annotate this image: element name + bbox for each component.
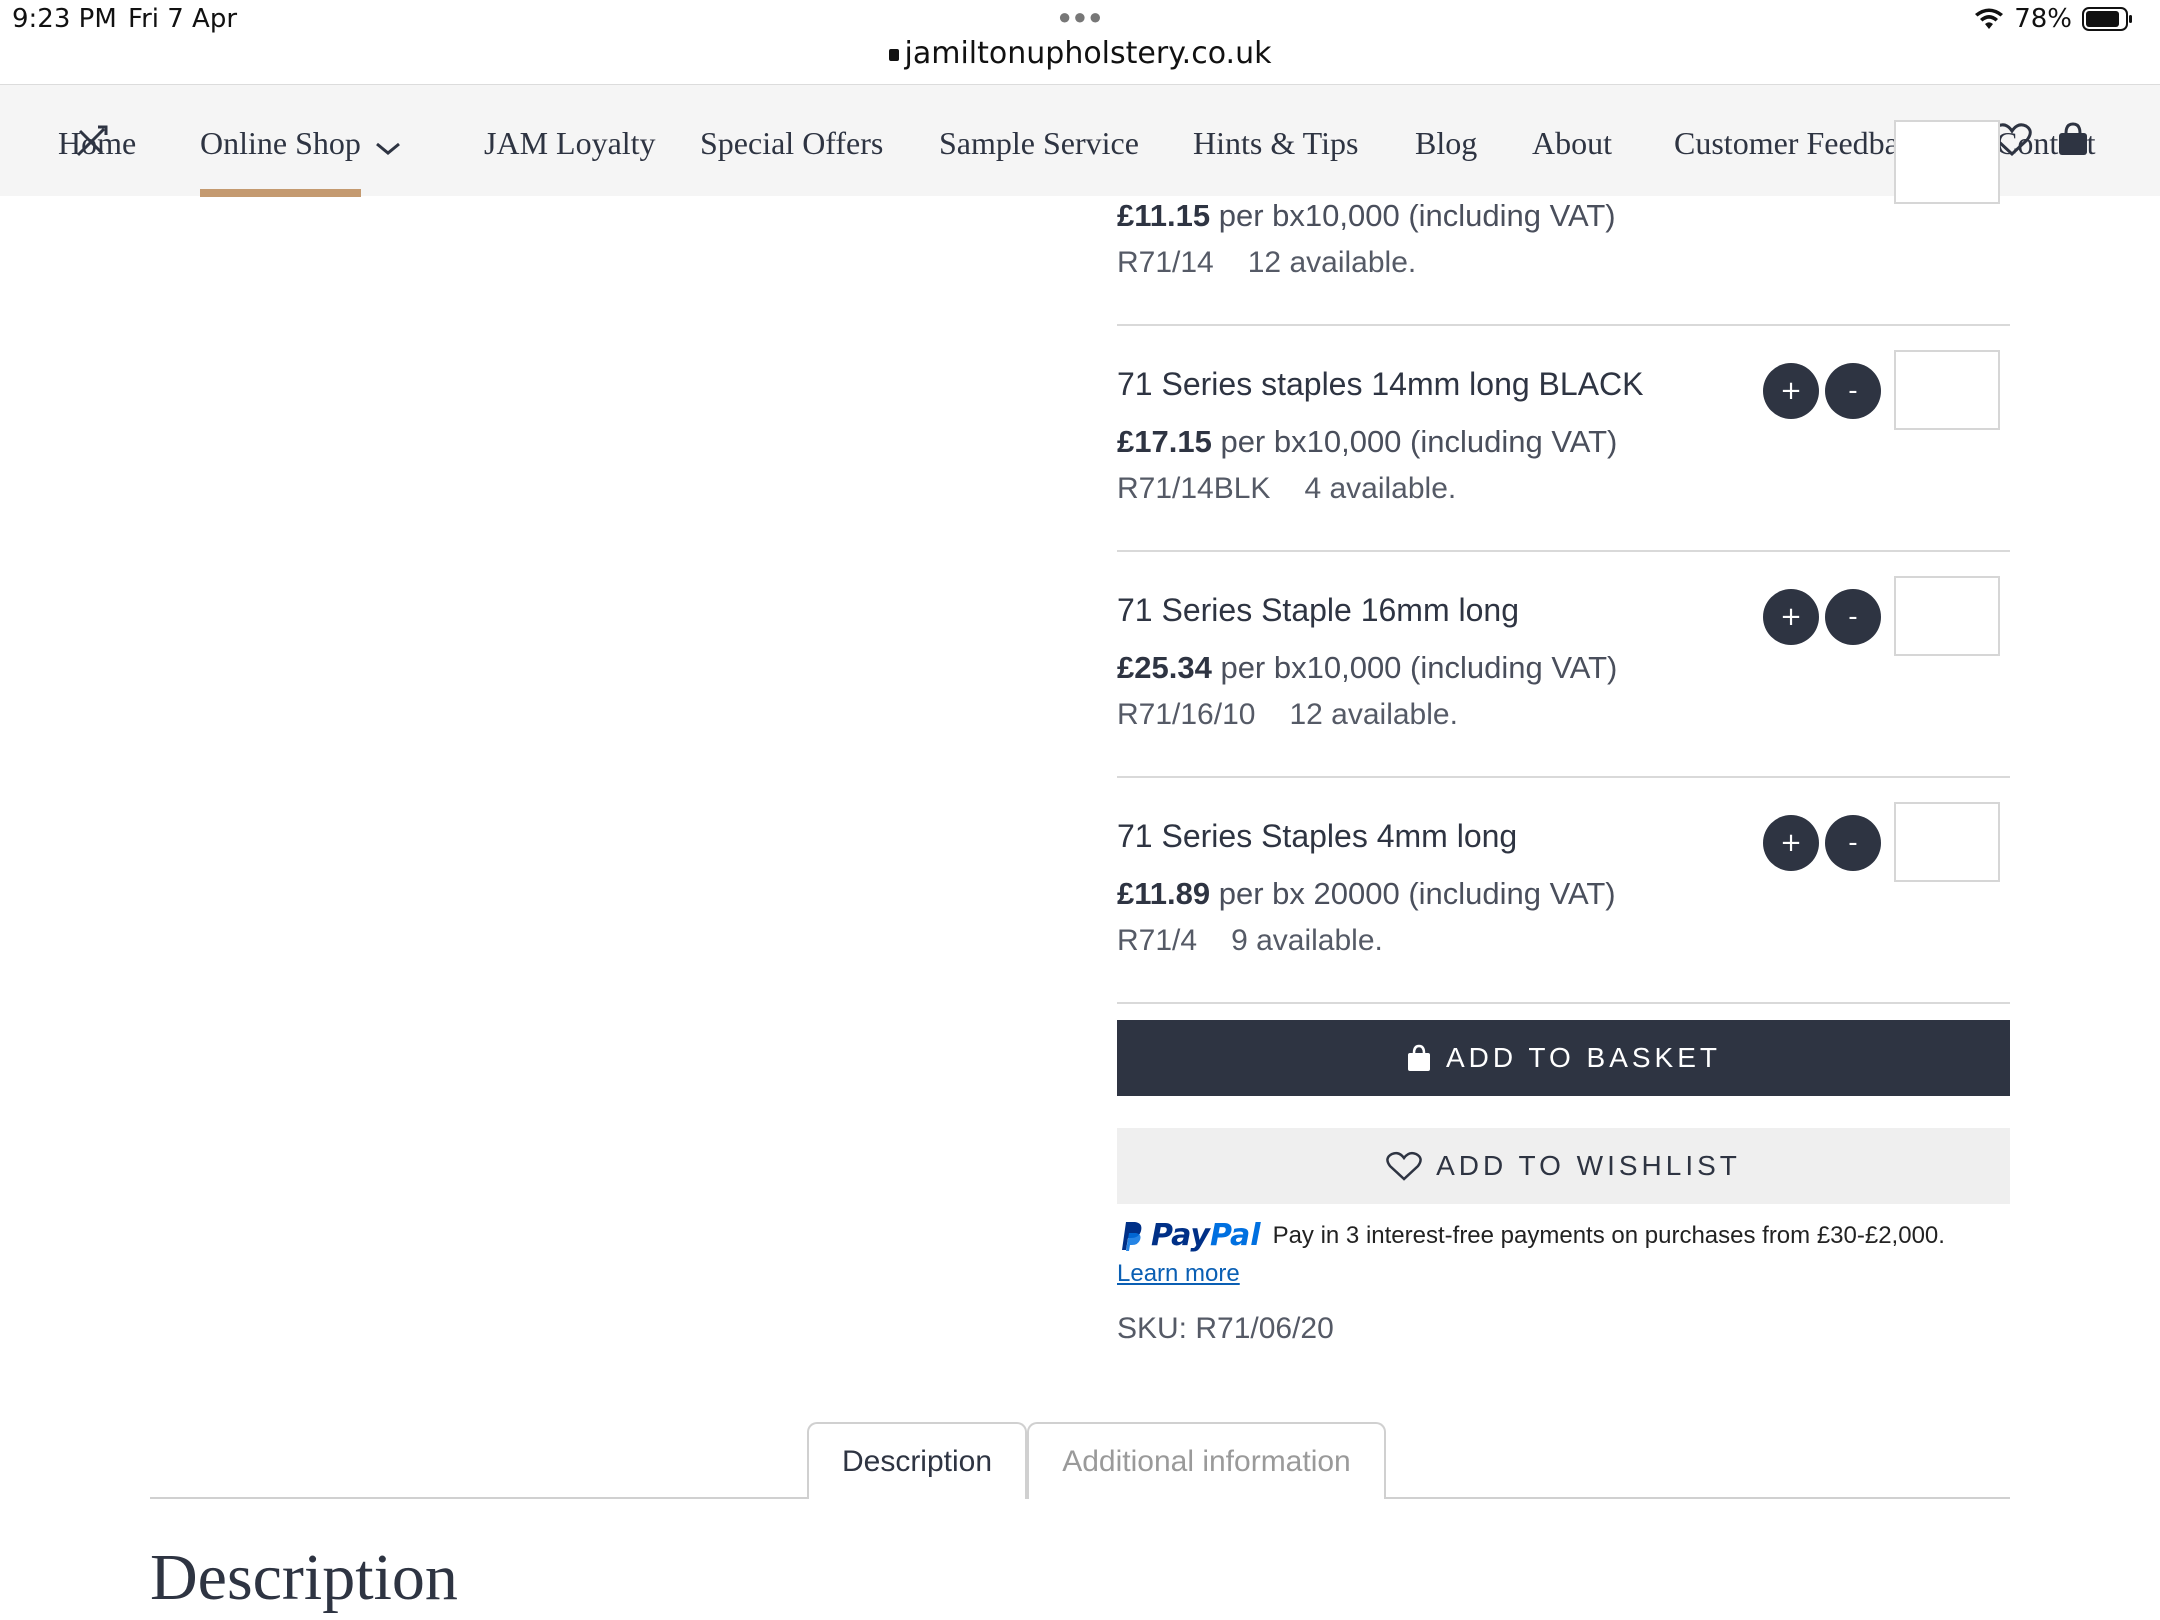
wifi-icon — [1974, 7, 2004, 31]
active-nav-underline — [200, 189, 361, 197]
product-availability: 4 available. — [1304, 472, 1457, 505]
product-price-line: £11.15 per bx10,000 (including VAT) — [1117, 198, 1616, 234]
nav-about[interactable]: About — [1532, 125, 1612, 162]
paypal-brand-pal: Pal — [1209, 1218, 1261, 1253]
add-to-wishlist-label: ADD TO WISHLIST — [1436, 1150, 1741, 1181]
product-title: 71 Series Staples 4mm long — [1117, 818, 1518, 854]
battery-icon — [2082, 6, 2134, 32]
quantity-input[interactable] — [1894, 120, 2000, 204]
paypal-text: Pay in 3 interest-free payments on purch… — [1272, 1221, 1945, 1249]
product-price-unit: per bx 20000 (including VAT) — [1218, 876, 1616, 911]
nav-online-shop-label: Online Shop — [200, 125, 361, 161]
heart-icon — [1386, 1151, 1422, 1181]
product-price: £11.15 — [1117, 198, 1211, 233]
product-code: R71/16/10 — [1117, 698, 1256, 731]
tools-icon[interactable] — [74, 123, 110, 164]
product-price-line: £25.34 per bx10,000 (including VAT) — [1117, 650, 1617, 686]
quantity-input[interactable] — [1894, 350, 2000, 430]
quantity-plus-button[interactable]: + — [1763, 363, 1819, 419]
paypal-message: Pay Pal Pay in 3 interest-free payments o… — [1117, 1218, 1945, 1253]
product-price: £25.34 — [1117, 650, 1212, 685]
tab-additional-information[interactable]: Additional information — [1027, 1422, 1386, 1499]
quantity-plus-button[interactable]: + — [1763, 815, 1819, 871]
product-title: 71 Series staples 14mm long BLACK — [1117, 366, 1644, 402]
main-nav: Home Online Shop JAM Loyalty Special Off… — [0, 84, 2160, 197]
product-price: £17.15 — [1117, 424, 1212, 459]
add-to-basket-button[interactable]: ADD TO BASKET — [1117, 1020, 2010, 1096]
status-time: 9:23 PM — [12, 4, 117, 34]
product-meta: R71/4 9 available. — [1117, 924, 1383, 958]
nav-special-offers[interactable]: Special Offers — [700, 125, 883, 162]
product-price-line: £11.89 per bx 20000 (including VAT) — [1117, 876, 1616, 912]
basket-icon[interactable] — [2056, 121, 2090, 162]
product-meta: R71/16/10 12 available. — [1117, 698, 1458, 732]
product-meta: R71/14BLK 4 available. — [1117, 472, 1456, 506]
nav-customer-feedback[interactable]: Customer Feedback — [1674, 125, 1929, 162]
paypal-brand-pay: Pay — [1151, 1218, 1210, 1253]
product-price-unit: per bx10,000 (including VAT) — [1218, 198, 1616, 233]
product-price-line: £17.15 per bx10,000 (including VAT) — [1117, 424, 1617, 460]
description-heading: Description — [150, 1541, 458, 1614]
more-dots-icon[interactable]: ●●● — [1058, 4, 1104, 30]
nav-hints-tips[interactable]: Hints & Tips — [1193, 125, 1358, 162]
product-code: R71/4 — [1117, 924, 1198, 957]
quantity-input[interactable] — [1894, 576, 2000, 656]
add-to-wishlist-button[interactable]: ADD TO WISHLIST — [1117, 1128, 2010, 1204]
paypal-learn-more-link[interactable]: Learn more — [1117, 1260, 1240, 1288]
row-divider — [1117, 550, 2010, 552]
battery-percent: 78% — [2014, 4, 2072, 34]
nav-blog[interactable]: Blog — [1415, 125, 1477, 162]
shopping-bag-icon — [1406, 1043, 1432, 1073]
product-code: R71/14 — [1117, 246, 1214, 279]
product-title: 71 Series Staple 16mm long — [1117, 592, 1519, 628]
paypal-p-icon — [1117, 1220, 1143, 1252]
product-availability: 12 available. — [1247, 246, 1417, 279]
product-code: R71/14BLK — [1117, 472, 1271, 505]
status-indicators: 78% — [1974, 4, 2134, 34]
product-price: £11.89 — [1117, 876, 1211, 911]
product-availability: 9 available. — [1231, 924, 1383, 957]
product-price-unit: per bx10,000 (including VAT) — [1220, 650, 1618, 685]
product-sku: SKU: R71/06/20 — [1117, 1312, 1334, 1345]
quantity-minus-button[interactable]: - — [1825, 589, 1881, 645]
url-text: jamiltonupholstery.co.uk — [904, 36, 1272, 71]
quantity-minus-button[interactable]: - — [1825, 363, 1881, 419]
quantity-input[interactable] — [1894, 802, 2000, 882]
nav-jam-loyalty[interactable]: JAM Loyalty — [484, 125, 656, 162]
product-meta: R71/14 12 available. — [1117, 246, 1416, 280]
chevron-down-icon[interactable] — [375, 128, 401, 165]
row-divider — [1117, 324, 2010, 326]
quantity-plus-button[interactable]: + — [1763, 589, 1819, 645]
nav-online-shop[interactable]: Online Shop — [200, 125, 401, 165]
row-divider — [1117, 776, 2010, 778]
lock-icon — [888, 49, 899, 61]
row-divider — [1117, 1002, 2010, 1004]
tab-description[interactable]: Description — [807, 1422, 1027, 1499]
product-availability: 12 available. — [1289, 698, 1458, 731]
add-to-basket-label: ADD TO BASKET — [1445, 1042, 1722, 1073]
paypal-logo: Pay Pal — [1117, 1218, 1261, 1253]
nav-sample-service[interactable]: Sample Service — [939, 125, 1139, 162]
product-price-unit: per bx10,000 (including VAT) — [1220, 424, 1618, 459]
address-bar[interactable]: jamiltonupholstery.co.uk — [0, 36, 2160, 71]
quantity-minus-button[interactable]: - — [1825, 815, 1881, 871]
status-date: Fri 7 Apr — [128, 4, 238, 34]
status-bar: 9:23 PM Fri 7 Apr ●●● jamiltonupholstery… — [0, 0, 2160, 84]
